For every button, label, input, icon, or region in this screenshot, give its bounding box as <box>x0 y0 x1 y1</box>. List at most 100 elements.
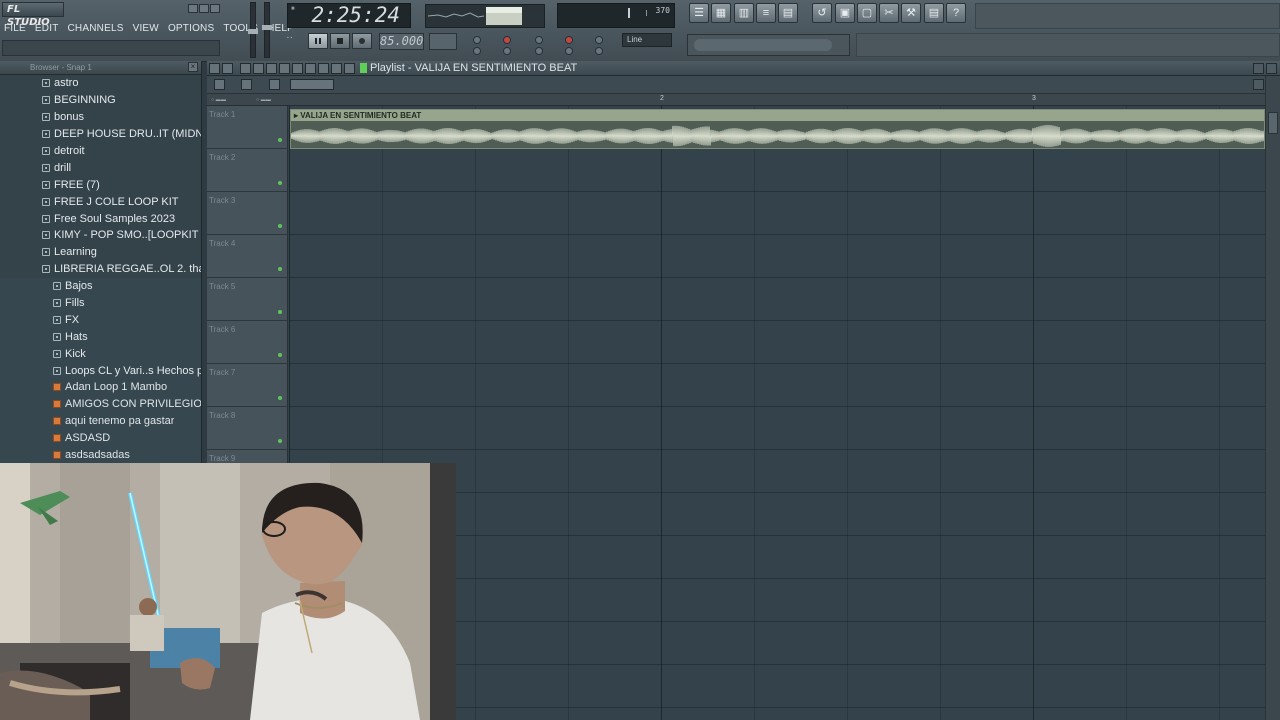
horizontal-scroller[interactable] <box>290 79 334 90</box>
maximize-button[interactable] <box>199 4 209 13</box>
track-header[interactable]: Track 5 <box>207 278 288 321</box>
typing-keyboard-toggle[interactable] <box>473 36 481 44</box>
menu-channels[interactable]: CHANNELS <box>64 21 129 37</box>
multilink-toggle[interactable] <box>565 47 573 55</box>
track-mute-led-icon[interactable] <box>278 267 282 271</box>
song-time-display[interactable]: 2:25:24 <box>287 3 411 28</box>
playlist-view-button[interactable]: ☰ <box>689 3 709 23</box>
browser-folder-item[interactable]: Free Soul Samples 2023 <box>0 210 201 227</box>
metronome-toggle[interactable] <box>503 36 511 44</box>
pattern-selector[interactable] <box>429 33 457 50</box>
browser-folder-item[interactable]: FX <box>0 311 201 329</box>
browser-folder-item[interactable]: FREE J COLE LOOP KIT <box>0 193 201 210</box>
track-header[interactable]: Track 6 <box>207 321 288 364</box>
track-header[interactable]: Track 2 <box>207 149 288 192</box>
track-header[interactable]: Track 8 <box>207 407 288 450</box>
vertical-scrollbar[interactable] <box>1265 76 1280 720</box>
track-mute-led-icon[interactable] <box>278 353 282 357</box>
playlist-title[interactable]: Playlist - VALIJA EN SENTIMIENTO BEAT <box>370 62 577 74</box>
browser-folder-item[interactable]: Learning <box>0 244 201 261</box>
master-pitch-slider[interactable] <box>248 2 258 58</box>
menu-view[interactable]: VIEW <box>129 21 164 37</box>
loop-record-toggle[interactable] <box>503 47 511 55</box>
track-header[interactable]: Track 1 <box>207 106 288 149</box>
save-button[interactable]: ▣ <box>835 3 855 23</box>
browser-folder-item[interactable]: Fills <box>0 294 201 312</box>
browser-file-item[interactable]: Adan Loop 1 Mambo <box>0 379 201 396</box>
track-mode-icon[interactable] <box>214 79 225 90</box>
track-header[interactable]: Track 4 <box>207 235 288 278</box>
mute-tool-icon[interactable] <box>279 63 290 74</box>
stretch-option[interactable]: ○ ▬▬ <box>256 97 271 103</box>
minimize-button[interactable] <box>188 4 198 13</box>
browser-file-item[interactable]: aqui tenemo pa gastar <box>0 412 201 430</box>
playback-tool-icon[interactable] <box>344 63 355 74</box>
track-mute-led-icon[interactable] <box>278 396 282 400</box>
track-header[interactable]: Track 3 <box>207 192 288 235</box>
delete-tool-icon[interactable] <box>266 63 277 74</box>
zoom-tool-icon[interactable] <box>331 63 342 74</box>
browser-folder-item[interactable]: detroit <box>0 143 201 160</box>
playlist-close-button[interactable] <box>1266 63 1277 74</box>
render-button[interactable]: ▢ <box>857 3 877 23</box>
plugin-search-button[interactable]: ⚒ <box>901 3 921 23</box>
midi-toggle[interactable] <box>595 47 603 55</box>
browser-folder-item[interactable]: astro <box>0 75 201 92</box>
stop-button[interactable] <box>330 33 350 49</box>
slice-tool-icon[interactable] <box>305 63 316 74</box>
tempo-display[interactable]: 85.000 <box>379 33 424 50</box>
pause-button[interactable] <box>308 33 328 49</box>
track-header[interactable]: Track 7 <box>207 364 288 407</box>
mixer-view-button[interactable]: ≡ <box>756 3 776 23</box>
undo-button[interactable]: ↺ <box>812 3 832 23</box>
menu-options[interactable]: OPTIONS <box>164 21 219 37</box>
piano-roll-view-button[interactable]: ▦ <box>711 3 731 23</box>
browser-file-item[interactable]: AMIGOS CON PRIVILEGIOS BEAT <box>0 395 201 413</box>
browser-folder-item[interactable]: DEEP HOUSE DRU..IT (MIDNIGHT) <box>0 126 201 143</box>
browser-folder-item[interactable]: drill <box>0 159 201 176</box>
browser-folder-item[interactable]: KIMY - POP SMO..[LOOPKIT 2021] <box>0 227 201 244</box>
menu-file[interactable]: FILE <box>0 21 31 37</box>
slip-tool-icon[interactable] <box>292 63 303 74</box>
record-mode-toggle[interactable] <box>565 36 573 44</box>
wait-for-input-toggle[interactable] <box>535 36 543 44</box>
record-button[interactable] <box>352 33 372 49</box>
master-volume-slider[interactable] <box>262 2 272 58</box>
channel-rack-view-button[interactable]: ▥ <box>734 3 754 23</box>
song-position-panel[interactable] <box>687 34 850 56</box>
magnet-icon[interactable] <box>222 63 233 74</box>
browser-view-button[interactable]: ▤ <box>778 3 798 23</box>
browser-folder-item[interactable]: LIBRERIA REGGAE..OL 2. thatboyr <box>0 261 201 278</box>
draw-tool-icon[interactable] <box>240 63 251 74</box>
track-mute-led-icon[interactable] <box>278 224 282 228</box>
playlist-menu-icon[interactable] <box>209 63 220 74</box>
track-mute-led-icon[interactable] <box>278 439 282 443</box>
cut-tool-button[interactable]: ✂ <box>879 3 899 23</box>
timeline-ruler[interactable]: ○ ▬▬ ○ ▬▬ 2 3 <box>207 94 1280 106</box>
browser-folder-item[interactable]: Kick <box>0 345 201 363</box>
step-edit-toggle[interactable] <box>595 36 603 44</box>
scroll-right-button[interactable] <box>1253 79 1264 90</box>
browser-folder-item[interactable]: Bajos <box>0 277 201 295</box>
scrollbar-thumb[interactable] <box>1268 112 1278 134</box>
browser-folder-item[interactable]: Hats <box>0 328 201 346</box>
track-mute-led-icon[interactable] <box>278 181 282 185</box>
project-info-button[interactable]: ▤ <box>924 3 944 23</box>
blend-notes-toggle[interactable] <box>473 47 481 55</box>
select-tool-icon[interactable] <box>318 63 329 74</box>
playlist-maximize-button[interactable] <box>1253 63 1264 74</box>
help-button[interactable]: ? <box>946 3 966 23</box>
browser-folder-item[interactable]: Loops CL y Vari..s Hechos por R <box>0 362 201 380</box>
browser-folder-item[interactable]: FREE (7) <box>0 176 201 193</box>
browser-close-button[interactable]: × <box>188 62 198 72</box>
track-mute-led-icon[interactable] <box>278 310 282 314</box>
audio-clip[interactable]: ▸ VALIJA EN SENTIMIENTO BEAT <box>290 109 1265 149</box>
paint-tool-icon[interactable] <box>253 63 264 74</box>
browser-folder-item[interactable]: bonus <box>0 109 201 126</box>
zero-cross-option[interactable]: ○ ▬▬ <box>211 97 226 103</box>
menu-edit[interactable]: EDIT <box>31 21 64 37</box>
snap-select[interactable]: Line <box>622 33 672 47</box>
pattern-picker-icon[interactable] <box>241 79 252 90</box>
close-button[interactable] <box>210 4 220 13</box>
audio-picker-icon[interactable] <box>269 79 280 90</box>
